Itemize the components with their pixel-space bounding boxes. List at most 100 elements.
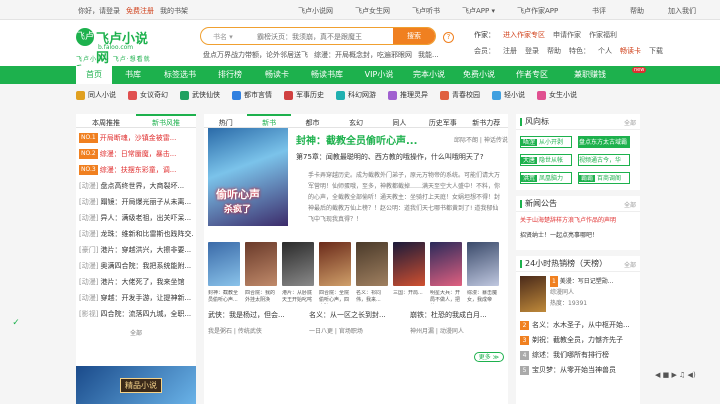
wind-tag[interactable]: 视频通古今，华 xyxy=(578,154,630,166)
category-item[interactable]: 军事历史 xyxy=(284,90,324,100)
nav-library[interactable]: 书库 xyxy=(112,66,154,84)
hot-top-item[interactable]: 1 美漫：写日记塑勋... 综漫同人 热度：19391 xyxy=(516,272,640,318)
tab-xuanhuan[interactable]: 玄幻 xyxy=(334,114,377,127)
vip-card-link[interactable]: 畅读卡 xyxy=(620,46,641,56)
wind-tag[interactable]: 盘点东方太古域霸 xyxy=(578,136,630,148)
hot-search-link[interactable]: 我能... xyxy=(418,50,439,60)
search-input[interactable] xyxy=(257,30,395,43)
nav-tags[interactable]: 标签选书 xyxy=(154,66,206,84)
author-zone-link[interactable]: 进入作家专区 xyxy=(503,30,545,40)
search-button[interactable]: 搜索 xyxy=(393,28,435,44)
book-card[interactable]: 三国：开局... xyxy=(393,242,425,304)
nav-home[interactable]: 首页 xyxy=(76,66,112,84)
category-item[interactable]: 女生小说 xyxy=(537,90,577,100)
app-dropdown[interactable]: 飞卢APP ▾ xyxy=(462,6,495,16)
featured-author[interactable]: 邱际不朗 | 神话传说 xyxy=(454,135,508,144)
apply-author-link[interactable]: 申请作家 xyxy=(553,30,581,40)
wind-tag[interactable]: 霸霸 百商调阁 xyxy=(578,172,630,184)
list-item[interactable]: [动漫] 盘点高终世界，大商裂坏... xyxy=(79,178,193,194)
tab-urban[interactable]: 都市 xyxy=(291,114,334,127)
tab-history[interactable]: 历史军事 xyxy=(421,114,464,127)
nav-author-zone[interactable]: 作者专区 xyxy=(504,66,560,84)
list-item[interactable]: 崩铁：杜恐的我成白月... 神州月漏 | 动漫同人 xyxy=(410,310,504,335)
book-card[interactable]: 明星大兵：开局不做人，把范… xyxy=(430,242,462,304)
nav-vip-novels[interactable]: VIP小说 xyxy=(354,66,404,84)
join-link[interactable]: 加入我们 xyxy=(668,6,696,16)
author-benefit-link[interactable]: 作家福利 xyxy=(589,30,617,40)
category-item[interactable]: 武侠仙侠 xyxy=(180,90,220,100)
tab-new-books[interactable]: 新书风推 xyxy=(136,114,196,127)
featured-chapter[interactable]: 第75章：闻教最聪明的、西方教的哦操作，什么叫哦明天了? xyxy=(296,152,484,162)
register-link[interactable]: 注册 xyxy=(503,46,517,56)
nav-free[interactable]: 免费小说 xyxy=(454,66,504,84)
list-item[interactable]: NO.2 综漫：日常蜃魔，暴击... xyxy=(79,146,193,162)
list-item[interactable]: [影视] 四合院：流落四九城，全职... xyxy=(79,306,193,322)
featured-cover[interactable]: 偷听心声 杀疯了 xyxy=(208,128,288,226)
premium-banner[interactable]: 精品小说 xyxy=(76,366,196,404)
media-controls[interactable]: ◀ ■ ▶ ♫ ◀) xyxy=(655,371,696,379)
book-card[interactable]: 港片：从卧底天王开始叱咤 xyxy=(282,242,314,304)
tab-fanfic[interactable]: 同人 xyxy=(378,114,421,127)
category-item[interactable]: 都市言情 xyxy=(232,90,272,100)
list-item[interactable]: 3 剃祝：截教全员，力憾齐先子 xyxy=(516,333,640,348)
search-type-select[interactable]: 书名 ▾ xyxy=(213,32,233,42)
book-card[interactable]: 名义：祁同伟，我来... xyxy=(356,242,388,304)
register-link[interactable]: 免费注册 xyxy=(126,6,154,16)
bookshelf-link[interactable]: 我的书架 xyxy=(160,6,188,16)
wind-tag[interactable]: 洪荒 凤凰脑力 xyxy=(520,172,572,184)
site-link[interactable]: 飞卢听书 xyxy=(412,6,440,16)
list-item[interactable]: 武侠：我是杨过，但会... 我是粥石 | 传统武侠 xyxy=(208,310,302,335)
category-item[interactable]: 推理灵异 xyxy=(388,90,428,100)
list-item[interactable]: [动漫] 奥满四合院：我把系统能附... xyxy=(79,258,193,274)
list-item[interactable]: [动漫] 龙珠：维新和比雷斯也践阵交... xyxy=(79,226,193,242)
list-item[interactable]: [豪门] 港片：穿越洪兴，大擦非要... xyxy=(79,242,193,258)
book-card[interactable]: 四合院：全院偷听心声，四合院 xyxy=(319,242,351,304)
list-item[interactable]: [动漫] 异人：满级老祖，出关吓呆... xyxy=(79,210,193,226)
side-toggle-icon[interactable]: ✓ xyxy=(10,318,22,330)
help-link[interactable]: 帮助 xyxy=(630,6,644,16)
login-link[interactable]: 登录 xyxy=(525,46,539,56)
featured-title[interactable]: 封神：截教全员偷听心声... xyxy=(296,132,417,147)
site-logo[interactable]: 飞卢 飞卢小说网 b.faloo.com 飞卢小说 · 飞卢·想看就看 xyxy=(76,28,156,72)
category-item[interactable]: 女议奇幻 xyxy=(128,90,168,100)
site-link[interactable]: 飞卢女生网 xyxy=(355,6,390,16)
wind-tag[interactable]: 大唐 隐世从帐 xyxy=(520,154,572,166)
left-all-link[interactable]: 全部 xyxy=(76,328,196,337)
review-link[interactable]: 书评 xyxy=(592,6,606,16)
category-item[interactable]: 轻小说 xyxy=(492,90,525,100)
hot-all-link[interactable]: 全部 xyxy=(624,260,636,269)
hot-search-link[interactable]: 综漫：开局概念封，吃遍邪眼网 xyxy=(314,50,412,60)
list-item[interactable]: 名义：从一区之长到封... 一日八更 | 官场职场 xyxy=(309,310,403,335)
site-link[interactable]: 飞卢作家APP xyxy=(517,6,558,16)
site-link[interactable]: 飞卢小说网 xyxy=(298,6,333,16)
list-item[interactable]: NO.3 综漫：扶摆东彩童，调... xyxy=(79,162,193,178)
help-link[interactable]: 帮助 xyxy=(547,46,561,56)
book-card[interactable]: 综漫：暴击魔女，我成帝王… xyxy=(467,242,499,304)
notice-item[interactable]: 关于山海楚辞样方浪飞卢作品的声明 xyxy=(516,212,640,227)
notice-item[interactable]: 招贤纳士！一起点亮事哪吧！ xyxy=(516,227,640,242)
nav-vip-library[interactable]: 畅读书库 xyxy=(300,66,354,84)
wind-all-link[interactable]: 全部 xyxy=(624,118,636,127)
book-card[interactable]: 四合院：我的外挂太阴涣 xyxy=(245,242,277,304)
more-button[interactable]: 更多 ≫ xyxy=(473,352,504,362)
nav-complete[interactable]: 完本小说 xyxy=(404,66,454,84)
tab-hot[interactable]: 热门 xyxy=(204,114,247,127)
category-item[interactable]: 青春校园 xyxy=(440,90,480,100)
wind-tag[interactable]: 唔涅 从小开剥 xyxy=(520,136,572,148)
list-item[interactable]: 5 宝贝梦：从零开始当神兽员 xyxy=(516,363,640,378)
nav-ranking[interactable]: 排行榜 xyxy=(206,66,254,84)
personal-link[interactable]: 个人 xyxy=(598,46,612,56)
list-item[interactable]: [动漫] 港片：大佬死了，我来坐馆 xyxy=(79,274,193,290)
list-item[interactable]: 2 名义：水木圣子，从中枢开始... xyxy=(516,318,640,333)
book-card[interactable]: 封神：截教全员偷听心声... xyxy=(208,242,240,304)
notice-all-link[interactable]: 全部 xyxy=(624,200,636,209)
list-item[interactable]: 4 综述：我们哪所有排行榜 xyxy=(516,348,640,363)
nav-part-time[interactable]: 兼职赚钱 xyxy=(560,66,620,84)
tab-new[interactable]: 新书 xyxy=(247,114,291,127)
category-item[interactable]: 同人小说 xyxy=(76,90,116,100)
tab-weekly[interactable]: 本周推推 xyxy=(76,114,136,127)
tab-recommend[interactable]: 新书力荐 xyxy=(465,114,508,127)
download-link[interactable]: 下载 xyxy=(649,46,663,56)
login-link[interactable]: 你好，请登录 xyxy=(78,6,120,16)
list-item[interactable]: [动漫] 穿越：开发手游，让提神新... xyxy=(79,290,193,306)
